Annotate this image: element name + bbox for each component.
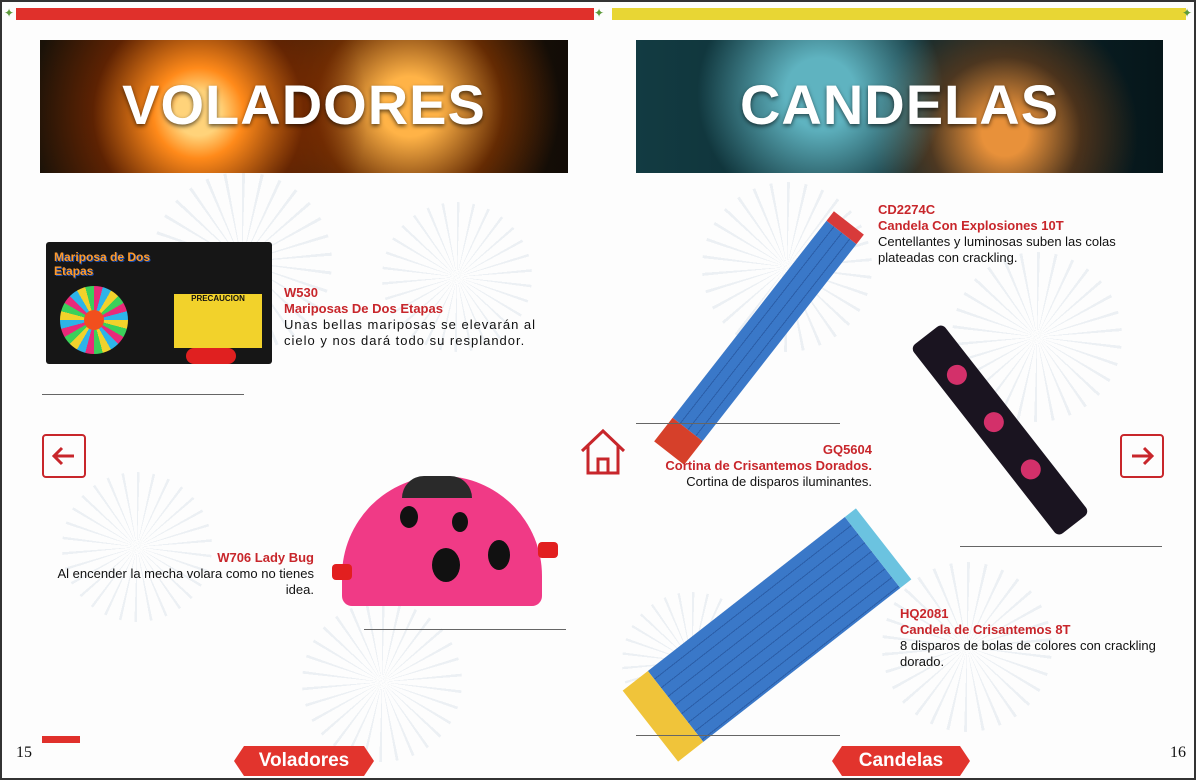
- product-description: Al encender la mecha volara como no tien…: [57, 566, 314, 597]
- top-bar-red: [16, 8, 594, 20]
- product-name: Candela Con Explosiones 10T: [878, 218, 1064, 233]
- product-image-w530[interactable]: Mariposa de Dos Etapas PRECAUCION: [46, 242, 272, 364]
- product-image-w706[interactable]: [332, 476, 562, 606]
- back-button[interactable]: [42, 434, 86, 478]
- fuse-tip-icon: [538, 542, 558, 558]
- fuse-tip-icon: [186, 348, 236, 364]
- banner-title: VOLADORES: [122, 73, 486, 136]
- home-button[interactable]: [578, 427, 628, 477]
- product-description: Centellantes y luminosas suben las colas…: [878, 234, 1116, 265]
- product-w530: W530 Mariposas De Dos Etapas Unas bellas…: [284, 285, 569, 349]
- section-label-candelas: Candelas: [832, 746, 970, 776]
- product-description: Unas bellas mariposas se elevarán al cie…: [284, 317, 537, 348]
- arrow-left-icon: [51, 446, 74, 466]
- divider: [960, 546, 1162, 547]
- banner-title: CANDELAS: [739, 73, 1060, 136]
- package-warning: PRECAUCION: [174, 294, 262, 348]
- product-image-gq5604[interactable]: [894, 320, 1109, 540]
- candle-bundle-icon: [654, 211, 864, 465]
- bar-ornament-icon: ✦: [4, 6, 15, 20]
- fuse-tip-icon: [332, 564, 352, 580]
- background-firework-icon: [302, 602, 462, 762]
- product-image-cd2274c[interactable]: [652, 192, 864, 465]
- divider: [364, 629, 566, 630]
- flower-graphic-icon: [60, 286, 128, 354]
- product-w706: W706 Lady Bug Al encender la mecha volar…: [42, 550, 314, 598]
- product-hq2081: HQ2081 Candela de Crisantemos 8T 8 dispa…: [900, 606, 1164, 670]
- product-description: 8 disparos de bolas de colores con crack…: [900, 638, 1156, 669]
- product-code: HQ2081: [900, 606, 949, 621]
- page-marker: [42, 736, 80, 743]
- product-name: Candela de Crisantemos 8T: [900, 622, 1071, 637]
- section-label-voladores: Voladores: [234, 746, 374, 776]
- product-image-hq2081[interactable]: [622, 507, 912, 762]
- bar-ornament-icon: ✦: [1182, 6, 1193, 20]
- divider: [636, 735, 840, 736]
- home-icon: [580, 428, 626, 475]
- top-bar-yellow: [612, 8, 1186, 20]
- background-firework-icon: [62, 472, 212, 622]
- product-cd2274c: CD2274C Candela Con Explosiones 10T Cent…: [878, 202, 1168, 266]
- product-description: Cortina de disparos iluminantes.: [686, 474, 872, 489]
- divider: [636, 423, 840, 424]
- product-code: W706 Lady Bug: [217, 550, 314, 565]
- product-code: GQ5604: [822, 442, 872, 457]
- candelas-banner: CANDELAS: [636, 40, 1163, 173]
- voladores-banner: VOLADORES: [40, 40, 568, 173]
- catalog-spread: ✦ ✦ ✦ VOLADORES CANDELAS Mariposa de Dos…: [0, 0, 1196, 780]
- arrow-right-icon: [1132, 446, 1155, 466]
- page-number-right: 16: [1170, 744, 1186, 761]
- product-name: Cortina de Crisantemos Dorados.: [665, 458, 872, 473]
- ladybug-shell-icon: [342, 476, 542, 606]
- product-code: CD2274C: [878, 202, 936, 217]
- bar-ornament-icon: ✦: [594, 6, 605, 20]
- candle-bundle-icon: [622, 508, 912, 762]
- page-number-left: 15: [16, 744, 32, 761]
- forward-button[interactable]: [1120, 434, 1164, 478]
- product-gq5604: GQ5604 Cortina de Crisantemos Dorados. C…: [622, 442, 872, 490]
- divider: [42, 394, 244, 395]
- package-title: Mariposa de Dos Etapas: [54, 250, 151, 278]
- product-name: Mariposas De Dos Etapas: [284, 301, 443, 316]
- product-code: W530: [284, 285, 318, 300]
- candle-tube-icon: [910, 323, 1090, 537]
